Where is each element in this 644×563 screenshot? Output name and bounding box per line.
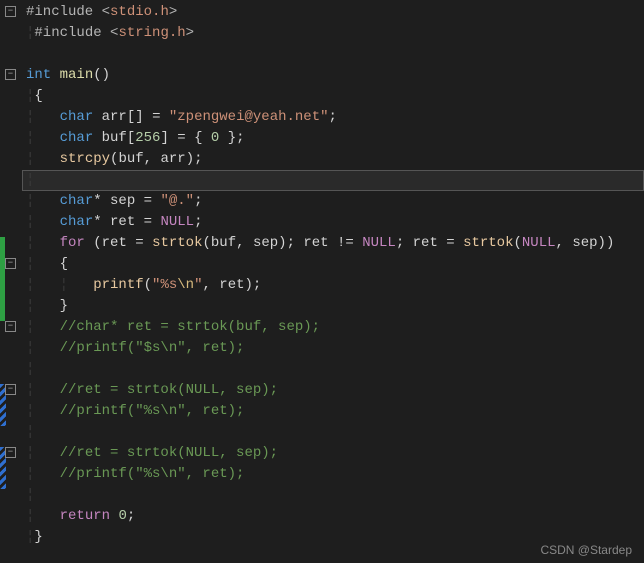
code-line: ¦ — [22, 422, 644, 443]
code-line: ¦ //ret = strtok(NULL, sep); — [22, 380, 644, 401]
fold-icon[interactable]: − — [5, 447, 16, 458]
code-line: ¦ { — [22, 254, 644, 275]
code-area[interactable]: #include <stdio.h> ¦#include <string.h> … — [22, 0, 644, 563]
code-line: ¦#include <string.h> — [22, 23, 644, 44]
fold-icon[interactable]: − — [5, 69, 16, 80]
code-line: ¦ — [22, 359, 644, 380]
code-line: ¦ //printf("%s\n", ret); — [22, 464, 644, 485]
code-line: ¦ char arr[] = "zpengwei@yeah.net"; — [22, 107, 644, 128]
code-line: ¦ char* sep = "@."; — [22, 191, 644, 212]
fold-icon[interactable]: − — [5, 258, 16, 269]
code-line: ¦ for (ret = strtok(buf, sep); ret != NU… — [22, 233, 644, 254]
code-line: ¦ — [22, 170, 644, 191]
code-line: int main() — [22, 65, 644, 86]
fold-icon[interactable]: − — [5, 6, 16, 17]
code-line: ¦ //ret = strtok(NULL, sep); — [22, 443, 644, 464]
code-line: ¦ return 0; — [22, 506, 644, 527]
code-line: #include <stdio.h> — [22, 2, 644, 23]
code-line: ¦ } — [22, 296, 644, 317]
change-marker — [0, 237, 5, 321]
watermark: CSDN @Stardep — [540, 543, 632, 557]
code-line: ¦ //char* ret = strtok(buf, sep); — [22, 317, 644, 338]
fold-icon[interactable]: − — [5, 384, 16, 395]
gutter: − − − − − − — [0, 0, 22, 563]
code-editor[interactable]: − − − − − − #include <stdio.h> ¦#include… — [0, 0, 644, 563]
code-line: ¦ strcpy(buf, arr); — [22, 149, 644, 170]
code-line: ¦ — [22, 485, 644, 506]
code-line: ¦ //printf("$s\n", ret); — [22, 338, 644, 359]
code-line: ¦ char* ret = NULL; — [22, 212, 644, 233]
code-line: ¦{ — [22, 86, 644, 107]
code-line: ¦ //printf("%s\n", ret); — [22, 401, 644, 422]
code-line — [22, 44, 644, 65]
code-line: ¦ char buf[256] = { 0 }; — [22, 128, 644, 149]
fold-icon[interactable]: − — [5, 321, 16, 332]
code-line: ¦ ¦ printf("%s\n", ret); — [22, 275, 644, 296]
